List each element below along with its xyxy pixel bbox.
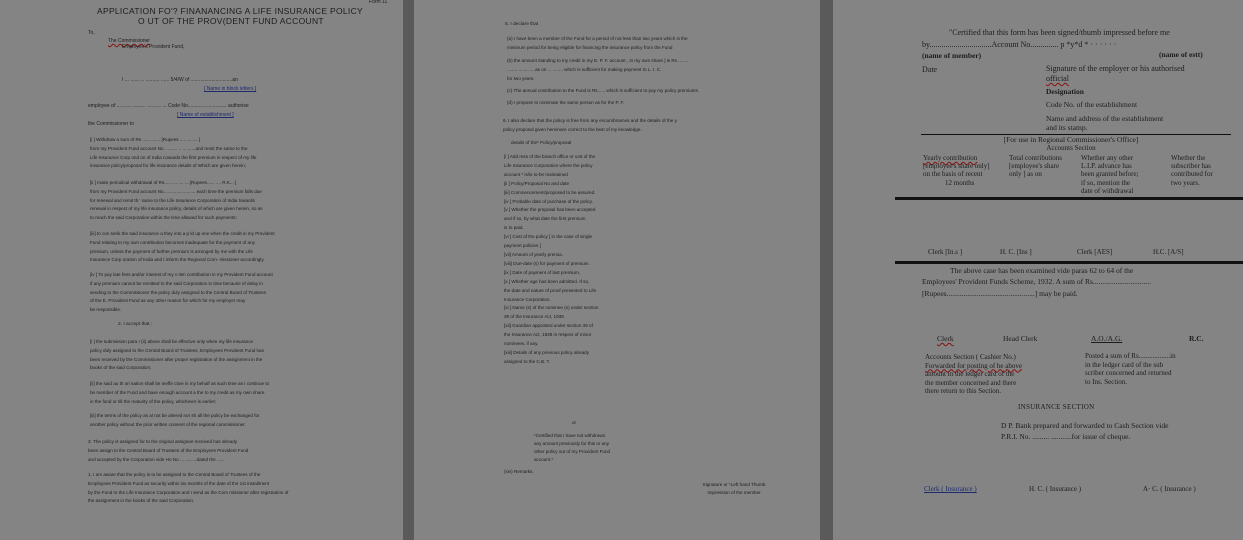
ro-heading: [For use in Regional Commissioner's Offi… bbox=[1003, 135, 1139, 144]
clause-accept-3: [iii] the terms of the policy as al not … bbox=[90, 413, 260, 427]
insurance-section: INSURANCE SECTION bbox=[1018, 403, 1095, 411]
posted-sum: Posted a sum of Rs..................in in… bbox=[1085, 352, 1176, 386]
commissioner-line: the Commissioner to bbox=[88, 121, 134, 127]
designation: Designation bbox=[1046, 87, 1084, 96]
signature-label: Signature or *Left hand Thumb bbox=[702, 482, 766, 487]
clerk-2: Clerk bbox=[937, 334, 954, 343]
name-address: Name and address of the establishment bbox=[1046, 114, 1164, 123]
employer-signature: Signature of the employer or his authori… bbox=[1046, 64, 1185, 73]
hc-ins: H. C. [Ins ] bbox=[1000, 248, 1032, 256]
ac-insurance: A· C. ( Insurance ) bbox=[1143, 485, 1196, 493]
declare-b: (b) the amount standing to my credit in … bbox=[507, 58, 689, 81]
rupees-line: [Rupees.................................… bbox=[922, 289, 1078, 298]
clause-accept: 2. I accept that : bbox=[118, 322, 153, 327]
page-gap bbox=[403, 0, 414, 540]
address-fund: Employee's Provident Fund, bbox=[122, 44, 185, 50]
clause-accept-2: [ii] the said au th ori sation shall be … bbox=[90, 381, 270, 404]
declare-a: (a) I have been a member of the Fund for… bbox=[507, 36, 688, 50]
clerk-aes: Clerk [AES] bbox=[1077, 248, 1113, 256]
employer-line: employee of ........... ......... ......… bbox=[88, 103, 249, 109]
col-whether: Whether the subscriber has contributed for… bbox=[1171, 154, 1213, 187]
scheme-line: Employees' Provident Funds Scheme, 1932.… bbox=[922, 277, 1152, 286]
form-number: Form 11 bbox=[369, 0, 388, 5]
clause-3: [iii] to con serik the said insurance a … bbox=[90, 231, 275, 263]
name-hint: [ Name in block letters ] bbox=[204, 86, 257, 92]
estab-hint: [ Name of establishment ] bbox=[177, 112, 234, 118]
ao-ag: A.O./A.G. bbox=[1091, 334, 1123, 343]
clerk-insurance: Clerk ( Insurance ) bbox=[924, 485, 977, 493]
clause-3-policy: 3. The policy is assigned for to the ori… bbox=[88, 439, 249, 462]
signature-sub: Impression of the member bbox=[707, 490, 761, 495]
official: official bbox=[1046, 74, 1069, 83]
clause-4: [iv ] To pay late fees and/or interest o… bbox=[90, 272, 273, 313]
col-other: Whether any other L.I.P. advance has been … bbox=[1081, 154, 1139, 195]
remarks: (xiv) Remarks. bbox=[504, 469, 534, 474]
head-clerk: Head Clerk bbox=[1003, 334, 1038, 343]
page-2: 5. I declare that (a) I have been a memb… bbox=[414, 0, 820, 540]
col-total: Total contributions [employee's share only… bbox=[1009, 154, 1062, 179]
name-of-estt: (name of estt) bbox=[1159, 50, 1203, 59]
address-to: To, bbox=[88, 30, 95, 36]
date-label: Date bbox=[922, 65, 938, 74]
clause-2: [ii ] make periodical withdrawal of Rs..… bbox=[90, 180, 263, 221]
examined-line: The above case has been examined vide pa… bbox=[950, 266, 1134, 275]
code-number: Code No. of the establishment bbox=[1046, 100, 1138, 109]
certified-line: "Certified that this form has been signe… bbox=[949, 28, 1170, 37]
clause-1: [i ] Withdraw a sum of Rs ...... .......… bbox=[90, 137, 257, 169]
page-3: "Certified that this form has been signe… bbox=[833, 0, 1243, 540]
document-viewer[interactable]: Form 11 APPLICATION FO'? FINANANCING A L… bbox=[0, 0, 1243, 540]
policy-details-list: [i ] Add ress of the branch office or un… bbox=[504, 154, 599, 364]
details-heading: details of the* Policy/proposal bbox=[511, 140, 572, 145]
col-yearly: Yearly contribution [employee's share onl… bbox=[923, 154, 990, 187]
or-text: or bbox=[572, 420, 577, 425]
rc: R.C. bbox=[1189, 334, 1204, 343]
page-subtitle: O UT OF THE PROV(DENT FUND ACCOUNT bbox=[138, 16, 324, 26]
accounts-forward: Accounts Section ( Cashier No.) Forwarded… bbox=[925, 353, 1023, 396]
hc-as: H.C. [A/S] bbox=[1153, 248, 1184, 256]
clause-awareness: 1. I am aware that the policy is to be a… bbox=[88, 472, 289, 504]
dp-prepared: D P. Bank prepared and forwarded to Cash… bbox=[1001, 421, 1169, 430]
page-1: Form 11 APPLICATION FO'? FINANANCING A L… bbox=[0, 0, 403, 540]
declare-d: (d) I propose to nominate the same perso… bbox=[507, 100, 625, 105]
clause-accept-1: [i ] the submission para I (ii) above sh… bbox=[90, 339, 264, 371]
clerk-ins: Clerk [In.s ] bbox=[928, 248, 963, 256]
page-gap bbox=[820, 0, 833, 540]
heavy-rule bbox=[895, 261, 1243, 264]
certified-note: *Certified that I have not withdrawn any … bbox=[534, 433, 611, 462]
applicant-name-line: I ... ...... ... .......... ...... 5/4/W… bbox=[122, 77, 238, 83]
name-of-member: (name of member) bbox=[922, 51, 982, 60]
heavy-rule bbox=[895, 197, 1243, 200]
certified-by: by...............................Account… bbox=[922, 40, 1117, 49]
pri-number: P.R.I. No. ......... ...........for issu… bbox=[1001, 432, 1131, 441]
declare-6: 6. I also declare that the policy is fre… bbox=[503, 118, 677, 132]
stamp: and its stamp. bbox=[1046, 123, 1088, 132]
declare-c: (c) The annual contribution to the Fund … bbox=[507, 88, 700, 93]
page-title: APPLICATION FO'? FINANANCING A LIFE INSU… bbox=[97, 6, 363, 16]
hc-insurance: H. C. ( Insurance ) bbox=[1029, 485, 1082, 493]
accounts-section: Accounts Section bbox=[1046, 144, 1096, 152]
declare-heading: 5. I declare that bbox=[505, 22, 539, 27]
